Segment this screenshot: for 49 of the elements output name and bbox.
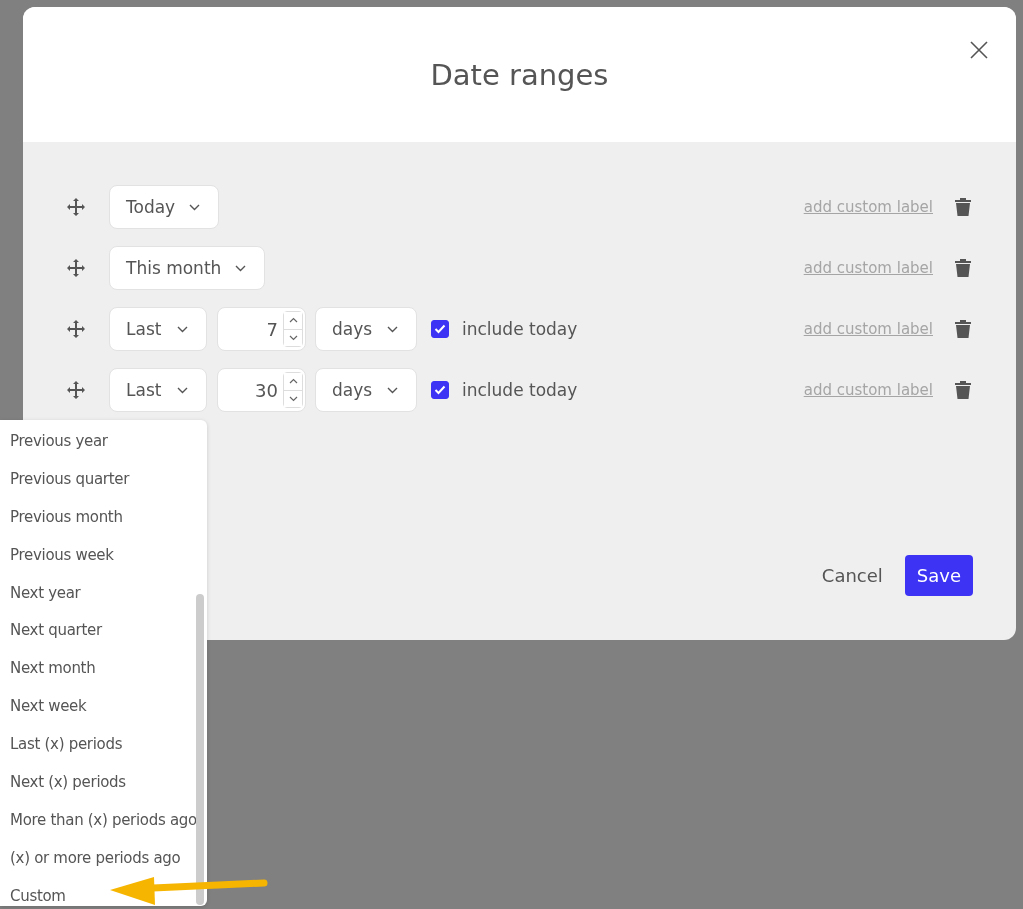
unit-dropdown[interactable]: days [315, 307, 417, 351]
dropdown-option[interactable]: Previous quarter [0, 459, 130, 498]
dropdown-option[interactable]: Previous year [0, 422, 108, 460]
chevron-down-icon [177, 386, 188, 394]
checkbox-label: include today [462, 319, 578, 339]
dropdown-option[interactable]: Next year [0, 573, 81, 612]
dropdown-option[interactable]: Next (x) periods [0, 763, 126, 801]
chevron-down-icon [189, 203, 201, 211]
trash-icon[interactable] [955, 320, 971, 338]
cancel-button[interactable]: Cancel [821, 565, 883, 586]
chevron-down-icon [235, 264, 247, 272]
dropdown-option[interactable]: More than (x) periods ago [0, 800, 197, 839]
direction-dropdown[interactable]: Last [109, 307, 207, 351]
checkbox[interactable] [431, 320, 449, 338]
dropdown-option[interactable]: Next week [0, 687, 87, 726]
count-field[interactable]: 30 [217, 368, 306, 412]
trash-icon[interactable] [955, 381, 971, 399]
dropdown-option[interactable]: Previous week [0, 535, 114, 574]
trash-icon[interactable] [955, 198, 971, 216]
chevron-up-icon [288, 317, 298, 324]
move-icon[interactable] [66, 258, 86, 278]
preset-dropdown[interactable]: Today [109, 185, 220, 229]
dropdown-option[interactable]: Custom [0, 876, 66, 906]
checkbox[interactable] [431, 381, 449, 399]
dropdown-option[interactable]: (x) or more periods ago [0, 838, 181, 877]
move-icon[interactable] [66, 197, 86, 217]
unit-dropdown[interactable]: days [315, 368, 417, 412]
dropdown-option[interactable]: Next month [0, 649, 96, 688]
chevron-up-icon [288, 378, 298, 385]
move-icon[interactable] [66, 319, 86, 339]
save-button[interactable]: Save [904, 555, 973, 596]
chevron-down-icon [288, 334, 298, 341]
dropdown-option[interactable]: Previous month [0, 497, 123, 536]
chevron-down-icon [177, 325, 188, 333]
dialog-title: Date ranges [430, 57, 609, 92]
move-icon[interactable] [66, 380, 86, 400]
count-input[interactable]: 7 [218, 318, 281, 340]
scrollbar-thumb[interactable] [196, 594, 204, 905]
direction-dropdown[interactable]: Last [109, 368, 207, 412]
chevron-down-icon [288, 395, 298, 402]
trash-icon[interactable] [955, 259, 971, 277]
dropdown-option[interactable]: Last (x) periods [0, 725, 123, 763]
dropdown-option[interactable]: Next quarter [0, 611, 102, 650]
chevron-down-icon [387, 386, 398, 394]
checkbox-label: include today [462, 380, 578, 400]
preset-dropdown[interactable]: This month [109, 246, 266, 290]
chevron-down-icon [387, 325, 398, 333]
count-input[interactable]: 30 [218, 379, 281, 401]
count-field[interactable]: 7 [217, 307, 306, 351]
